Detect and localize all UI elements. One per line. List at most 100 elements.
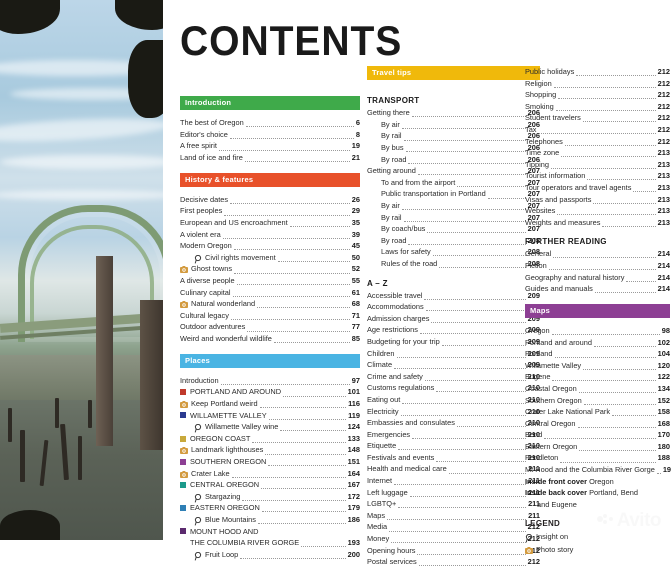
toc-entry[interactable]: Getting around 207 bbox=[367, 165, 540, 177]
toc-entry[interactable]: Student travelers 212 bbox=[525, 112, 670, 124]
toc-entry[interactable]: Land of ice and fire 21 bbox=[180, 152, 360, 164]
toc-entry[interactable]: By road 206 bbox=[367, 154, 540, 166]
toc-entry[interactable]: By coach/bus 207 bbox=[367, 223, 540, 235]
toc-entry[interactable]: CENTRAL OREGON 167 bbox=[180, 479, 360, 491]
toc-entry[interactable]: Outdoor adventures 77 bbox=[180, 321, 360, 333]
toc-entry[interactable]: Accommodations209 bbox=[367, 301, 540, 313]
toc-entry[interactable]: Budgeting for your trip 209 bbox=[367, 336, 540, 348]
toc-entry[interactable]: Modern Oregon 45 bbox=[180, 240, 360, 252]
toc-entry[interactable]: Crime and safety 210 bbox=[367, 371, 540, 383]
toc-entry[interactable]: Money 212 bbox=[367, 533, 540, 545]
toc-entry[interactable]: Portland 104 bbox=[525, 348, 670, 360]
toc-entry[interactable]: Bend 170 bbox=[525, 429, 670, 441]
toc-entry[interactable]: Coastal Oregon 134 bbox=[525, 383, 670, 395]
toc-entry[interactable]: By rail 206 bbox=[367, 130, 540, 142]
toc-entry[interactable]: Shopping 212 bbox=[525, 89, 670, 101]
toc-entry[interactable]: Getting there 206 bbox=[367, 107, 540, 119]
toc-entry[interactable]: Fiction 214 bbox=[525, 260, 670, 272]
toc-entry[interactable]: Maps 211 bbox=[367, 510, 540, 522]
toc-entry[interactable]: Civil rights movement 50 bbox=[180, 252, 360, 264]
toc-entry[interactable]: A violent era 39 bbox=[180, 229, 360, 241]
toc-entry[interactable]: Mt Hood and the Columbia River Gorge 194 bbox=[525, 464, 671, 476]
toc-entry[interactable]: MOUNT HOOD AND bbox=[180, 526, 360, 538]
toc-entry[interactable]: Natural wonderland 68 bbox=[180, 298, 360, 310]
toc-entry[interactable]: Left luggage 211 bbox=[367, 487, 540, 499]
toc-entry[interactable]: Eating out 210 bbox=[367, 394, 540, 406]
toc-entry[interactable]: The best of Oregon 6 bbox=[180, 117, 360, 129]
toc-entry[interactable]: Pendleton 188 bbox=[525, 452, 670, 464]
toc-entry[interactable]: A free spirit 19 bbox=[180, 140, 360, 152]
toc-entry[interactable]: SOUTHERN OREGON 151 bbox=[180, 456, 360, 468]
toc-entry[interactable]: Tipping 213 bbox=[525, 159, 670, 171]
toc-entry[interactable]: Introduction 97 bbox=[180, 375, 360, 387]
toc-entry[interactable]: Cultural legacy 71 bbox=[180, 310, 360, 322]
toc-entry[interactable]: Admission charges 209 bbox=[367, 313, 540, 325]
toc-entry[interactable]: Southern Oregon 152 bbox=[525, 395, 670, 407]
toc-entry[interactable]: Public holidays 212 bbox=[525, 66, 670, 78]
toc-entry[interactable]: EASTERN OREGON 179 bbox=[180, 502, 360, 514]
toc-entry[interactable]: European and US encroachment 35 bbox=[180, 217, 360, 229]
toc-entry[interactable]: Tourist information 213 bbox=[525, 170, 670, 182]
toc-entry[interactable]: Tour operators and travel agents 213 bbox=[525, 182, 670, 194]
toc-entry[interactable]: By road 208 bbox=[367, 235, 540, 247]
toc-entry[interactable]: Central Oregon 168 bbox=[525, 418, 670, 430]
toc-entry[interactable]: Children 209 bbox=[367, 348, 540, 360]
toc-entry[interactable]: Health and medical care 211 bbox=[367, 463, 540, 475]
toc-entry[interactable]: Willamette Valley wine 124 bbox=[180, 421, 360, 433]
toc-entry[interactable]: OREGON COAST 133 bbox=[180, 433, 360, 445]
toc-entry[interactable]: Internet 211 bbox=[367, 475, 540, 487]
toc-entry[interactable]: By rail 207 bbox=[367, 212, 540, 224]
toc-entry[interactable]: Ghost towns 52 bbox=[180, 263, 360, 275]
toc-entry[interactable]: Smoking 212 bbox=[525, 101, 670, 113]
toc-entry[interactable]: Keep Portland weird 116 bbox=[180, 398, 360, 410]
toc-entry[interactable]: Oregon 98 bbox=[525, 325, 670, 337]
toc-entry[interactable]: Weights and measures 213 bbox=[525, 217, 670, 229]
toc-entry[interactable]: Rules of the road 208 bbox=[367, 258, 540, 270]
toc-entry[interactable]: Media 212 bbox=[367, 521, 540, 533]
toc-entry[interactable]: Websites 213 bbox=[525, 205, 670, 217]
toc-entry[interactable]: Age restrictions 209 bbox=[367, 324, 540, 336]
toc-entry[interactable]: Crater Lake National Park 158 bbox=[525, 406, 670, 418]
toc-entry[interactable]: Emergencies 210 bbox=[367, 429, 540, 441]
toc-entry[interactable]: Stargazing 172 bbox=[180, 491, 360, 503]
toc-entry[interactable]: Eugene 122 bbox=[525, 371, 670, 383]
toc-entry[interactable]: Blue Mountains 186 bbox=[180, 514, 360, 526]
toc-entry[interactable]: Opening hours 212 bbox=[367, 545, 540, 557]
toc-entry[interactable]: General 214 bbox=[525, 248, 670, 260]
toc-entry[interactable]: Editor's choice 8 bbox=[180, 129, 360, 141]
toc-entry[interactable]: LGBTQ+ 211 bbox=[367, 498, 540, 510]
toc-entry[interactable]: Portland and around 102 bbox=[525, 337, 670, 349]
toc-entry[interactable]: Customs regulations 210 bbox=[367, 382, 540, 394]
toc-entry[interactable]: Embassies and consulates 210 bbox=[367, 417, 540, 429]
toc-entry[interactable]: Public transportation in Portland 207 bbox=[367, 188, 540, 200]
toc-entry[interactable]: A diverse people 55 bbox=[180, 275, 360, 287]
toc-entry[interactable]: By bus 206 bbox=[367, 142, 540, 154]
toc-entry[interactable]: By air 206 bbox=[367, 119, 540, 131]
toc-entry[interactable]: WILLAMETTE VALLEY 119 bbox=[180, 410, 360, 422]
toc-entry[interactable]: Decisive dates 26 bbox=[180, 194, 360, 206]
toc-entry[interactable]: Culinary capital 61 bbox=[180, 287, 360, 299]
toc-entry[interactable]: Eastern Oregon 180 bbox=[525, 441, 670, 453]
toc-entry[interactable]: Fruit Loop 200 bbox=[180, 549, 360, 561]
toc-entry[interactable]: Etiquette 210 bbox=[367, 440, 540, 452]
toc-entry[interactable]: Electricity 210 bbox=[367, 406, 540, 418]
toc-entry[interactable]: Tax 212 bbox=[525, 124, 670, 136]
toc-entry[interactable]: To and from the airport 207 bbox=[367, 177, 540, 189]
toc-entry[interactable]: THE COLUMBIA RIVER GORGE 193 bbox=[180, 537, 360, 549]
toc-entry[interactable]: Telephones 212 bbox=[525, 136, 670, 148]
toc-entry[interactable]: Laws for safety 208 bbox=[367, 246, 540, 258]
toc-entry[interactable]: Time zone 213 bbox=[525, 147, 670, 159]
toc-entry[interactable]: Climate 209 bbox=[367, 359, 540, 371]
toc-entry[interactable]: Visas and passports 213 bbox=[525, 194, 670, 206]
toc-entry[interactable]: Festivals and events 210 bbox=[367, 452, 540, 464]
toc-entry[interactable]: Landmark lighthouses 148 bbox=[180, 444, 360, 456]
toc-entry[interactable]: Willamette Valley 120 bbox=[525, 360, 670, 372]
toc-entry[interactable]: Religion 212 bbox=[525, 78, 670, 90]
toc-entry[interactable]: PORTLAND AND AROUND 101 bbox=[180, 386, 360, 398]
toc-entry[interactable]: Accessible travel 209 bbox=[367, 290, 540, 302]
toc-entry[interactable]: First peoples 29 bbox=[180, 205, 360, 217]
toc-entry[interactable]: Crater Lake 164 bbox=[180, 468, 360, 480]
toc-entry[interactable]: Guides and manuals 214 bbox=[525, 283, 670, 295]
toc-entry[interactable]: Geography and natural history 214 bbox=[525, 272, 670, 284]
toc-entry[interactable]: Postal services 212 bbox=[367, 556, 540, 568]
